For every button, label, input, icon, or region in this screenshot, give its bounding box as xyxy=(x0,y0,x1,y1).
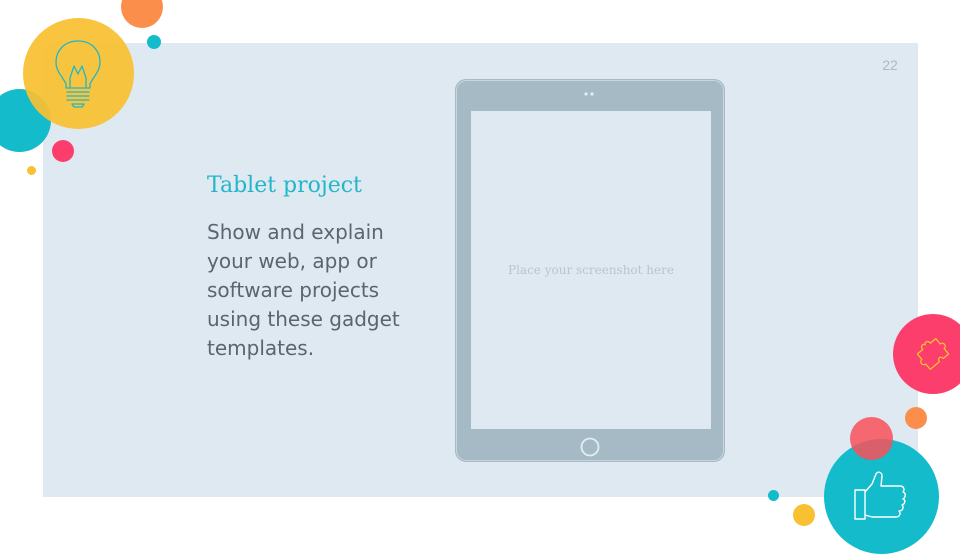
decor-dot-pink-left xyxy=(52,140,74,162)
tablet-camera xyxy=(584,92,588,96)
decor-circle-orange-top xyxy=(121,0,163,28)
slide-title: Tablet project xyxy=(207,173,362,198)
slide: 22 Tablet project Show and explain your … xyxy=(0,0,960,554)
lightbulb-icon xyxy=(55,40,101,108)
decor-dot-yellow-bottom xyxy=(793,504,815,526)
screenshot-placeholder: Place your screenshot here xyxy=(508,263,674,277)
decor-circle-coral xyxy=(850,417,893,460)
thumbs-up-icon xyxy=(854,471,906,520)
decor-dot-yellow-left xyxy=(27,166,36,175)
decor-dot-teal-bottom xyxy=(768,490,779,501)
page-number: 22 xyxy=(882,57,898,73)
decor-dot-orange-right xyxy=(905,407,927,429)
decor-dot-teal-top xyxy=(147,35,161,49)
slide-body: Show and explain your web, app or softwa… xyxy=(207,220,400,360)
puzzle-icon xyxy=(916,337,950,371)
tablet-sensor xyxy=(590,92,594,96)
